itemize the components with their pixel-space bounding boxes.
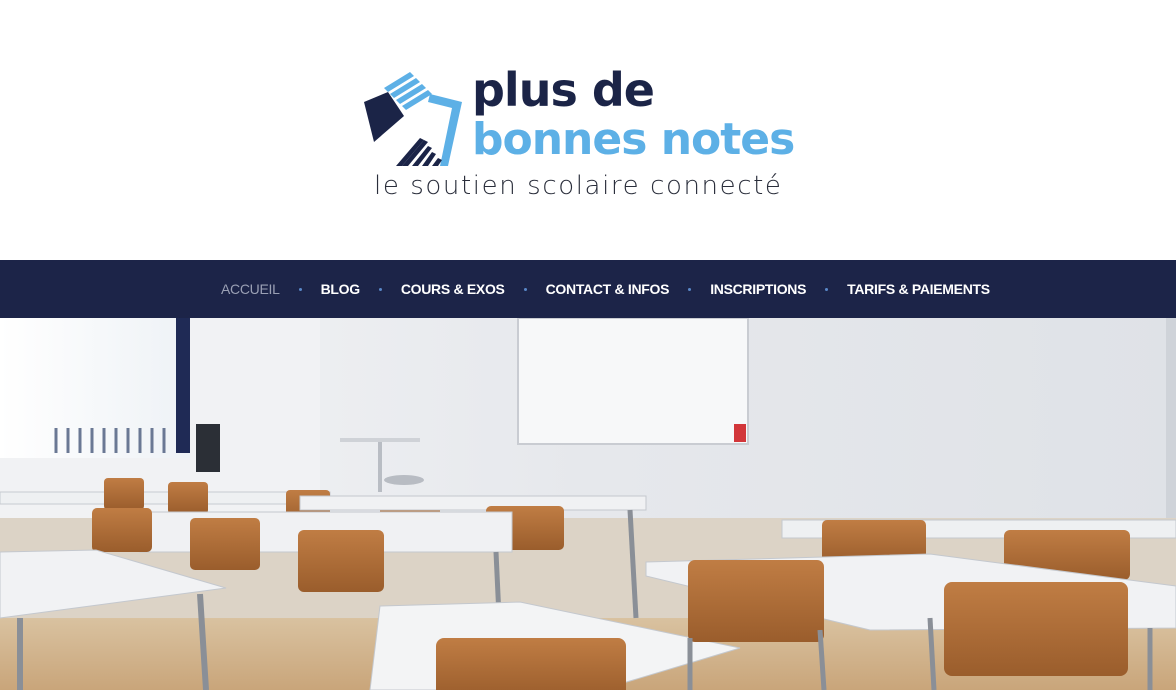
nav-item-cours-exos: COURS & EXOS [401, 260, 546, 318]
nav-item-inscriptions: INSCRIPTIONS [710, 260, 847, 318]
main-navigation: ACCUEIL BLOG COURS & EXOS CONTACT & INFO… [0, 260, 1176, 318]
nav-separator-dot [688, 287, 692, 291]
nav-item-blog: BLOG [321, 260, 401, 318]
logo-mark-icon [364, 72, 462, 166]
nav-separator-dot [378, 287, 382, 291]
nav-item-tarifs-paiements: TARIFS & PAIEMENTS [847, 260, 990, 318]
logo-text-line2: bonnes notes [472, 114, 795, 165]
nav-link-inscriptions[interactable]: INSCRIPTIONS [710, 260, 806, 318]
classroom-illustration [0, 318, 1176, 690]
nav-separator-dot [523, 287, 527, 291]
nav-link-tarifs-paiements[interactable]: TARIFS & PAIEMENTS [847, 260, 990, 318]
nav-link-contact-infos[interactable]: CONTACT & INFOS [546, 260, 670, 318]
logo-tagline: le soutien scolaire connecté [374, 171, 783, 201]
nav-item-contact-infos: CONTACT & INFOS [546, 260, 711, 318]
nav-link-accueil[interactable]: ACCUEIL [221, 260, 280, 318]
nav-menu: ACCUEIL BLOG COURS & EXOS CONTACT & INFO… [221, 260, 990, 318]
nav-link-blog[interactable]: BLOG [321, 260, 361, 318]
site-header: plus de bonnes notes le soutien scolaire… [0, 0, 1176, 260]
nav-link-cours-exos[interactable]: COURS & EXOS [401, 260, 505, 318]
logo-text-line1: plus de [472, 63, 655, 117]
nav-separator-dot [825, 287, 829, 291]
nav-separator-dot [298, 287, 302, 291]
site-logo[interactable]: plus de bonnes notes le soutien scolaire… [362, 64, 802, 204]
hero-classroom-image [0, 318, 1176, 690]
nav-item-accueil: ACCUEIL [221, 260, 321, 318]
